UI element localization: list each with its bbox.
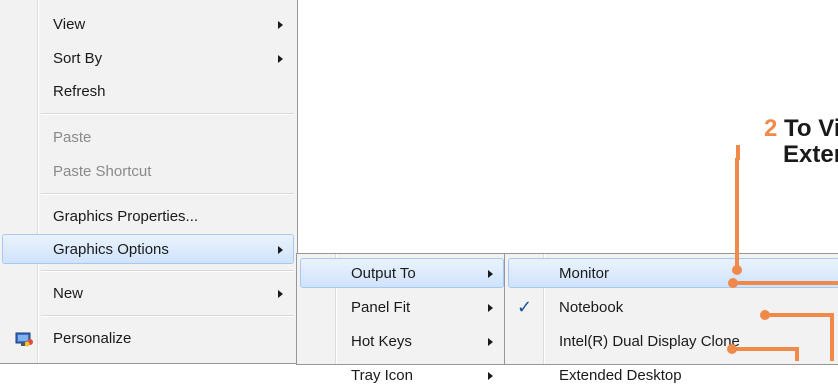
menu-item-personalize[interactable]: Personalize (2, 323, 294, 353)
submenu-arrow-icon (278, 290, 283, 298)
menu-item-label: Refresh (53, 83, 106, 100)
menu-item-label: Graphics Options (53, 241, 169, 258)
menu-item-extended-desktop[interactable]: Extended Desktop (508, 360, 838, 390)
menu-item-output-to[interactable]: Output To (300, 258, 504, 288)
menu-item-monitor[interactable]: Monitor (508, 258, 838, 288)
menu-item-graphics-properties[interactable]: Graphics Properties... (2, 201, 294, 231)
submenu-arrow-icon (278, 21, 283, 29)
output-to-submenu: Monitor ✓ Notebook Intel(R) Dual Display… (504, 253, 838, 384)
menu-item-label: Output To (351, 265, 416, 282)
menu-item-label: Notebook (559, 299, 624, 316)
menu-item-label: Extended Desktop (559, 367, 682, 384)
submenu-arrow-icon (488, 270, 493, 278)
menu-item-tray-icon[interactable]: Tray Icon (300, 360, 504, 390)
callout-bar (736, 145, 740, 160)
menu-item-label: Graphics Properties... (53, 208, 199, 225)
submenu-arrow-icon (488, 338, 493, 346)
menu-separator (41, 270, 294, 272)
menu-separator (41, 315, 294, 317)
menu-item-notebook[interactable]: ✓ Notebook (508, 292, 838, 322)
menu-item-paste: Paste (2, 122, 294, 152)
callout-number: 2 (764, 115, 778, 142)
graphics-options-submenu: Output To Panel Fit Hot Keys Tray Icon (296, 253, 508, 384)
menu-item-label: Intel(R) Dual Display Clone (559, 333, 740, 350)
menu-item-new[interactable]: New (2, 278, 294, 308)
menu-item-label: Personalize (53, 330, 132, 347)
step-callout: 2 To Vie Exter (764, 116, 838, 168)
menu-item-label: Paste (53, 129, 92, 146)
menu-item-label: New (53, 285, 84, 302)
menu-item-view[interactable]: View (2, 9, 294, 39)
menu-item-label: Paste Shortcut (53, 163, 152, 180)
submenu-arrow-icon (488, 372, 493, 380)
menu-item-label: View (53, 16, 86, 33)
menu-separator (41, 193, 294, 195)
menu-item-graphics-options[interactable]: Graphics Options (2, 234, 294, 264)
desktop-context-menu: View Sort By Refresh Paste Paste Shortcu… (0, 0, 298, 364)
menu-item-label: Hot Keys (351, 333, 412, 350)
checkmark-icon: ✓ (517, 297, 533, 317)
menu-separator (41, 113, 294, 115)
menu-item-paste-shortcut: Paste Shortcut (2, 156, 294, 186)
menu-item-label: Monitor (559, 265, 610, 282)
menu-item-label: Panel Fit (351, 299, 411, 316)
menu-item-refresh[interactable]: Refresh (2, 76, 294, 106)
submenu-arrow-icon (278, 55, 283, 63)
personalize-icon (15, 332, 33, 347)
submenu-arrow-icon (278, 246, 283, 254)
callout-line-2: Exter (783, 141, 838, 168)
menu-item-dual-display-clone[interactable]: Intel(R) Dual Display Clone (508, 326, 838, 356)
menu-item-panel-fit[interactable]: Panel Fit (300, 292, 504, 322)
menu-item-label: Tray Icon (351, 367, 413, 384)
menu-item-hot-keys[interactable]: Hot Keys (300, 326, 504, 356)
callout-line-1: To Vie (784, 115, 838, 142)
menu-item-label: Sort By (53, 50, 103, 67)
submenu-arrow-icon (488, 304, 493, 312)
menu-item-sort-by[interactable]: Sort By (2, 43, 294, 73)
